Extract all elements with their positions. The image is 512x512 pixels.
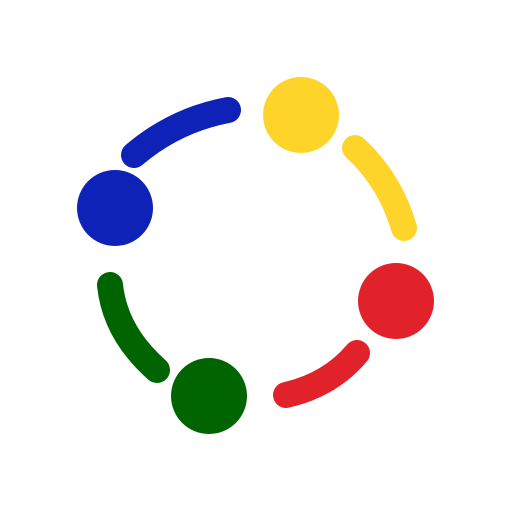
yellow-arc	[342, 135, 417, 241]
red-dot	[358, 263, 434, 339]
blue-arc	[121, 97, 241, 168]
blue-dot	[77, 170, 153, 246]
logo-canvas	[0, 0, 512, 512]
yellow-dot	[263, 77, 339, 153]
green-arc	[97, 272, 170, 383]
circular-people-logo	[77, 77, 434, 434]
red-arc	[273, 340, 370, 408]
green-dot	[171, 358, 247, 434]
